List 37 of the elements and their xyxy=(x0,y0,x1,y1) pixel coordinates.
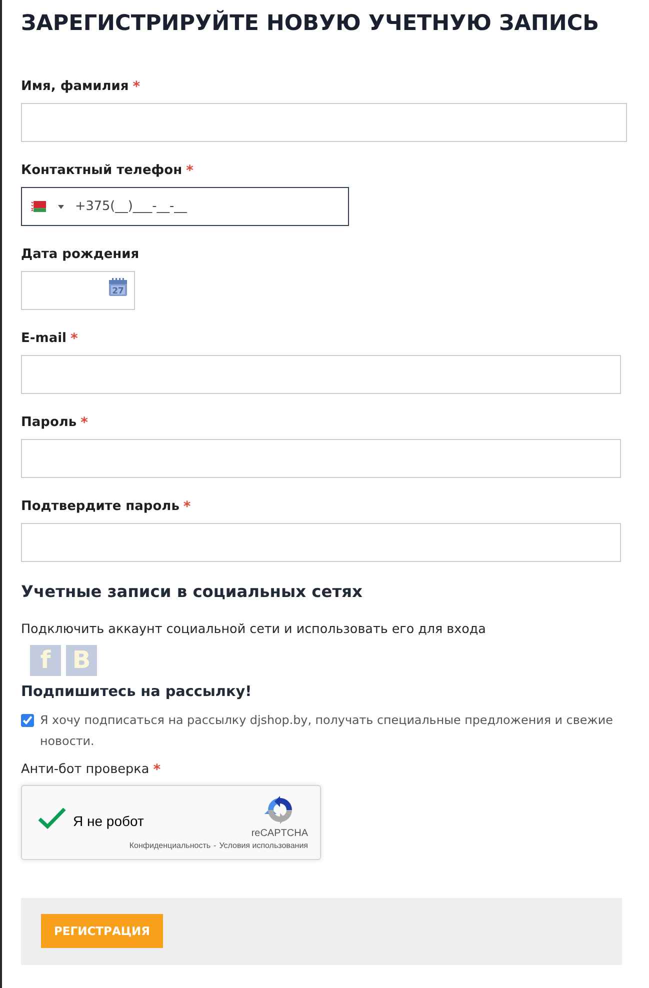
section-heading: Учетные записи в социальных сетях xyxy=(21,581,364,603)
social-description: Подключить аккаунт социальной сети и использовать его для входа xyxy=(21,620,487,638)
password-field[interactable] xyxy=(21,523,621,562)
field-label: Подтвердите пароль xyxy=(21,498,180,516)
terms-link[interactable]: Конфиденциальность xyxy=(129,840,211,851)
calendar-icon[interactable]: 27 xyxy=(108,277,128,297)
link-separator: - xyxy=(214,840,216,851)
required-mark: * xyxy=(153,761,161,780)
newsletter-text: Я хочу подписаться на рассылку djshop.by, получать специальные предложения и свежие новости. xyxy=(40,712,614,750)
checkmark-icon[interactable] xyxy=(38,807,66,829)
field-label: Имя, фамилия xyxy=(21,78,129,96)
field-label: Пароль xyxy=(21,414,77,432)
captcha-label: Я не робот xyxy=(73,812,144,828)
phone-field[interactable]: +375(__)___-__-__ xyxy=(21,187,349,226)
terms-link[interactable]: Условия использования xyxy=(219,840,308,851)
text-field[interactable] xyxy=(21,103,627,142)
required-mark: * xyxy=(132,78,140,97)
field-label: E-mail xyxy=(21,330,67,348)
newsletter-checkbox[interactable] xyxy=(21,714,34,727)
field-label: Контактный телефон xyxy=(21,162,182,180)
social-login-button[interactable]: B xyxy=(66,645,97,676)
caret-icon[interactable] xyxy=(58,205,64,209)
required-mark: * xyxy=(186,162,194,181)
email-field[interactable] xyxy=(21,355,621,394)
page-title: ЗАРЕГИСТРИРУЙТЕ НОВУЮ УЧЕТНУЮ ЗАПИСЬ xyxy=(21,10,600,38)
register-button[interactable]: РЕГИСТРАЦИЯ xyxy=(41,914,163,948)
section-heading: Подпишитесь на рассылку! xyxy=(21,683,253,702)
date-field[interactable] xyxy=(21,271,135,310)
required-mark: * xyxy=(183,498,191,517)
captcha-brand: reCAPTCHA xyxy=(251,828,308,840)
social-login-button[interactable]: f xyxy=(30,645,61,676)
flag-icon[interactable] xyxy=(31,201,46,212)
required-mark: * xyxy=(80,414,88,433)
field-label: Дата рождения xyxy=(21,246,140,264)
password-field[interactable] xyxy=(21,439,621,478)
required-mark: * xyxy=(70,330,78,349)
field-label: Анти-бот проверка xyxy=(21,761,150,779)
